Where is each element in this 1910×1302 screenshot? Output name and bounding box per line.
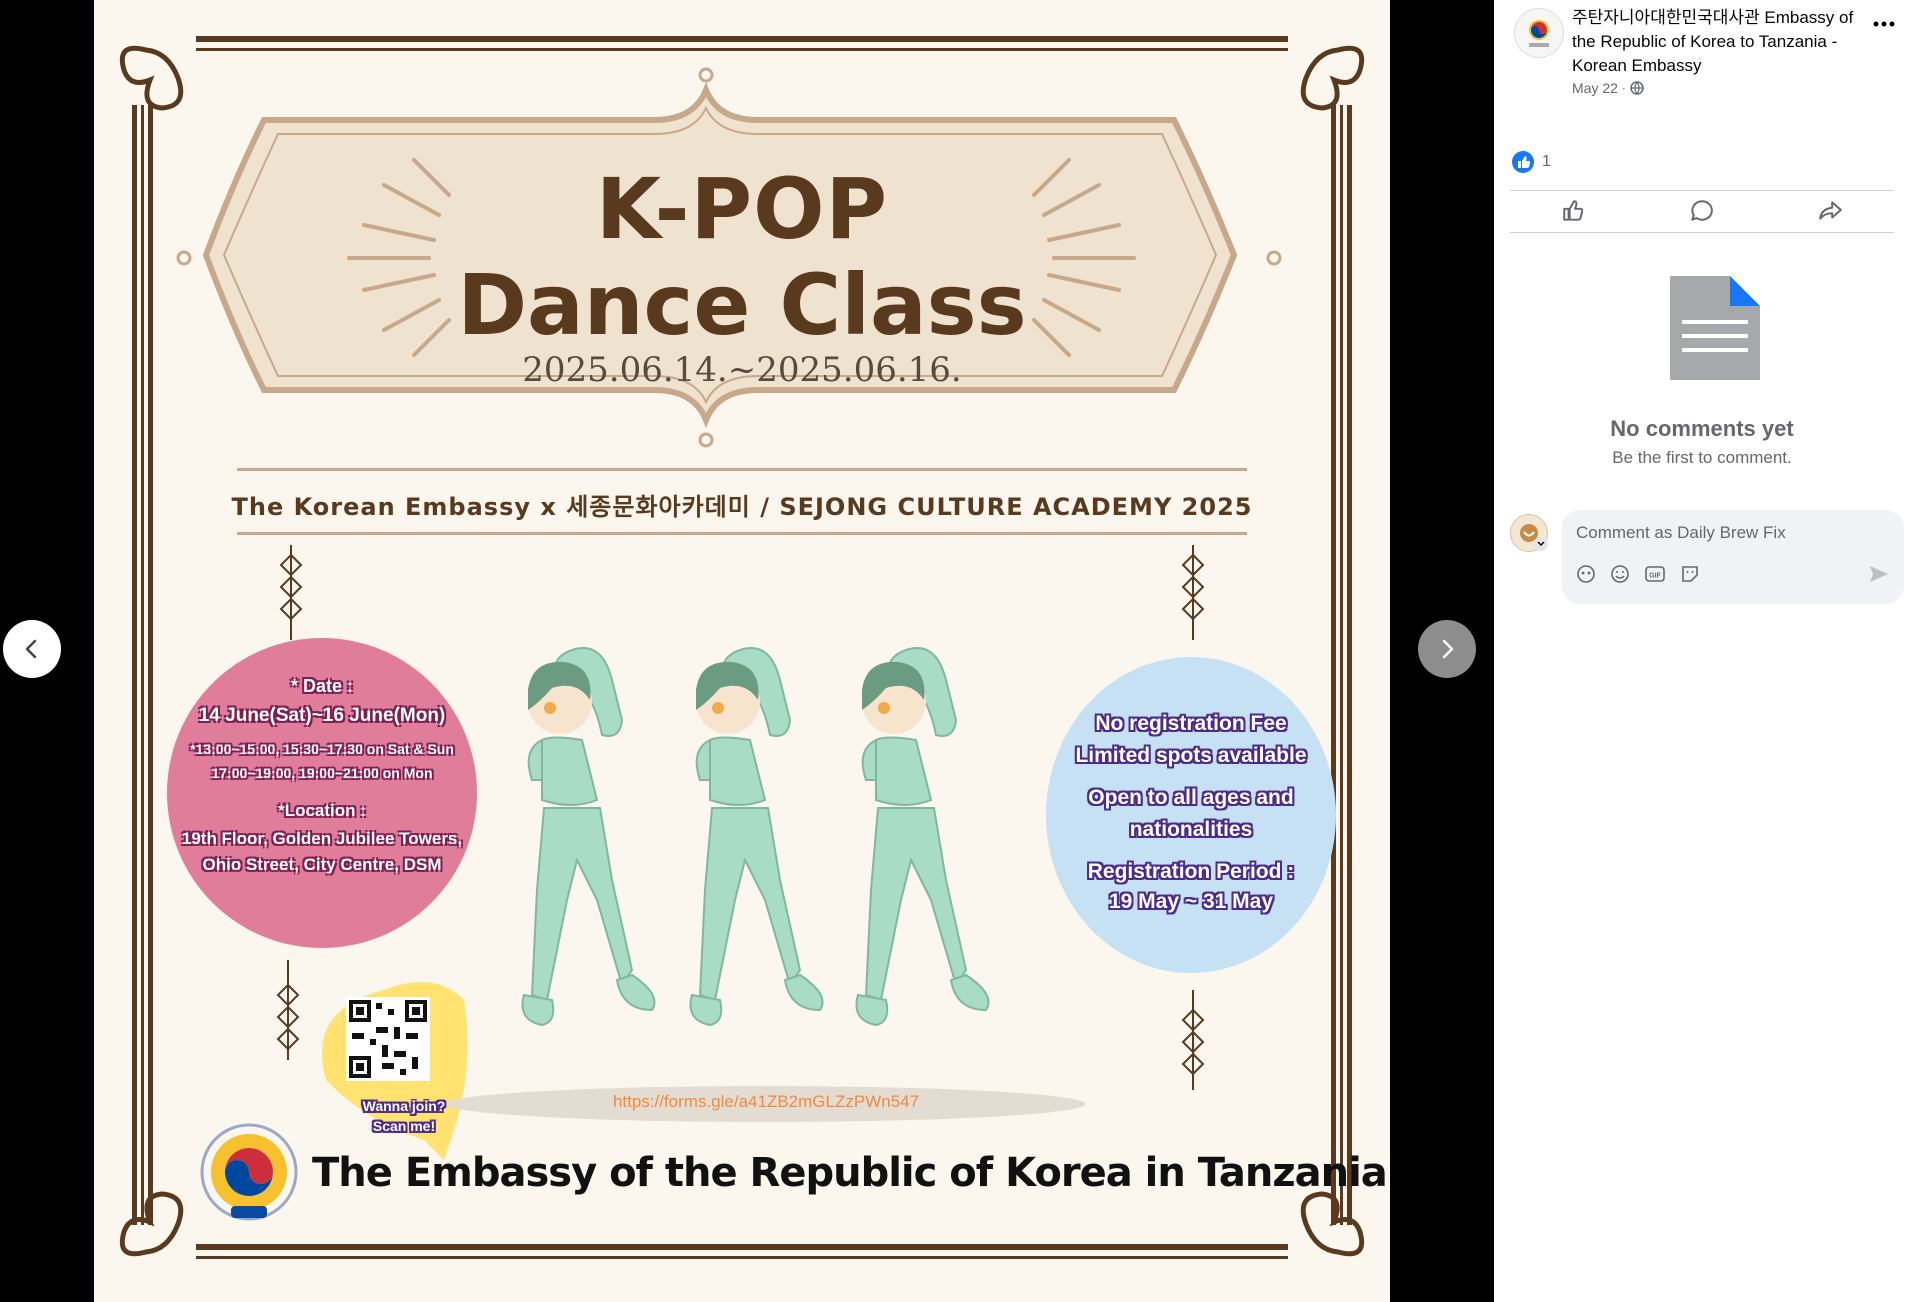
dancer-illustrations xyxy=(521,647,990,1027)
thumbs-up-icon xyxy=(1563,200,1584,221)
composer-tools: GIF xyxy=(1576,564,1700,589)
previous-photo-button[interactable] xyxy=(3,620,61,678)
post-actions xyxy=(1510,190,1894,232)
poster-organizer: The Korean Embassy x 세종문화아카데미 / SEJONG C… xyxy=(231,493,1253,521)
sticker-button[interactable] xyxy=(1680,564,1700,589)
more-options-icon xyxy=(1873,21,1895,27)
gif-icon: GIF xyxy=(1645,566,1665,582)
info-line-5: Registration Period : xyxy=(1087,860,1295,883)
page-avatar[interactable] xyxy=(1514,8,1564,58)
poster-title-line1: K-POP xyxy=(595,160,889,258)
post-date[interactable]: May 22 xyxy=(1572,80,1618,96)
time-line-2: 17:00~19:00, 19:00~21:00 on Mon xyxy=(211,765,433,781)
photo-viewer: K-POP Dance Class 2025.06.14.~2025.06.16… xyxy=(0,0,1494,1302)
embassy-emblem xyxy=(200,1123,298,1221)
gif-button[interactable]: GIF xyxy=(1644,564,1666,589)
time-line-1: *13:00~15:00, 15:30~17:30 on Sat & Sun xyxy=(190,741,454,757)
date-heading: * Date : xyxy=(290,676,353,696)
form-url-link[interactable]: https://forms.gle/a41ZB2mGLZzPWn547 xyxy=(94,1092,1390,1112)
comment-button[interactable] xyxy=(1689,198,1715,224)
more-options-button[interactable] xyxy=(1872,16,1896,34)
qr-caption-2: Scan me! xyxy=(372,1118,436,1134)
info-bubble-text: No registration Fee Limited spots availa… xyxy=(1046,712,1336,914)
embassy-logo-icon xyxy=(1529,20,1549,47)
post-meta: May 22 · xyxy=(1572,80,1644,96)
share-button[interactable] xyxy=(1817,198,1843,224)
chevron-down-icon xyxy=(1537,541,1545,547)
date-bubble-text: * Date : 14 June(Sat)~16 June(Mon) *13:0… xyxy=(167,676,477,875)
reaction-summary[interactable]: 1 xyxy=(1512,151,1551,173)
avatar-sticker-icon xyxy=(1577,565,1595,583)
poster-footer: The Embassy of the Republic of Korea in … xyxy=(312,1150,1388,1196)
info-line-2: Limited spots available xyxy=(1075,744,1307,767)
next-photo-button[interactable] xyxy=(1418,620,1476,678)
location-line-1: 19th Floor, Golden Jubilee Towers, xyxy=(181,829,463,848)
info-line-6: 19 May ~ 31 May xyxy=(1108,890,1274,913)
poster-title-line2: Dance Class xyxy=(457,256,1027,354)
like-reaction-icon xyxy=(1512,151,1534,173)
poster-date-range: 2025.06.14.~2025.06.16. xyxy=(522,350,962,390)
date-value: 14 June(Sat)~16 June(Mon) xyxy=(198,705,446,726)
globe-icon xyxy=(1630,81,1644,95)
send-button[interactable] xyxy=(1868,564,1890,589)
chevron-right-icon xyxy=(1442,639,1454,659)
emoji-button[interactable] xyxy=(1610,564,1630,589)
qr-code xyxy=(346,997,430,1081)
avatar-sticker-button[interactable] xyxy=(1576,564,1596,589)
comment-composer[interactable]: Comment as Daily Brew Fix GIF xyxy=(1562,510,1904,604)
svg-text:GIF: GIF xyxy=(1649,573,1661,580)
comment-bubble-icon xyxy=(1691,200,1713,221)
profile-switch-chevron[interactable] xyxy=(1534,537,1548,551)
location-line-2: Ohio Street, City Centre, DSM xyxy=(202,855,442,874)
share-arrow-icon xyxy=(1819,201,1842,220)
chevron-left-icon xyxy=(25,639,37,659)
location-heading: *Location : xyxy=(278,801,366,820)
empty-comments-title: No comments yet xyxy=(1610,416,1794,441)
info-line-1: No registration Fee xyxy=(1095,712,1287,735)
comment-input[interactable]: Comment as Daily Brew Fix xyxy=(1576,523,1786,543)
reaction-count: 1 xyxy=(1542,153,1551,170)
post-sidebar: 주탄자니아대한민국대사관 Embassy of the Republic of … xyxy=(1494,0,1910,1302)
document-icon xyxy=(1670,276,1760,380)
info-line-3: Open to all ages and xyxy=(1088,786,1294,809)
sticker-icon xyxy=(1682,566,1698,582)
send-icon xyxy=(1870,566,1888,582)
empty-comments-subtitle: Be the first to comment. xyxy=(1612,448,1792,467)
info-line-4: nationalities xyxy=(1129,818,1253,841)
page-name-link[interactable]: 주탄자니아대한민국대사관 Embassy of the Republic of … xyxy=(1572,6,1862,78)
like-button[interactable] xyxy=(1561,198,1587,224)
smiley-icon xyxy=(1611,565,1629,583)
event-poster: K-POP Dance Class 2025.06.14.~2025.06.16… xyxy=(94,0,1390,1302)
